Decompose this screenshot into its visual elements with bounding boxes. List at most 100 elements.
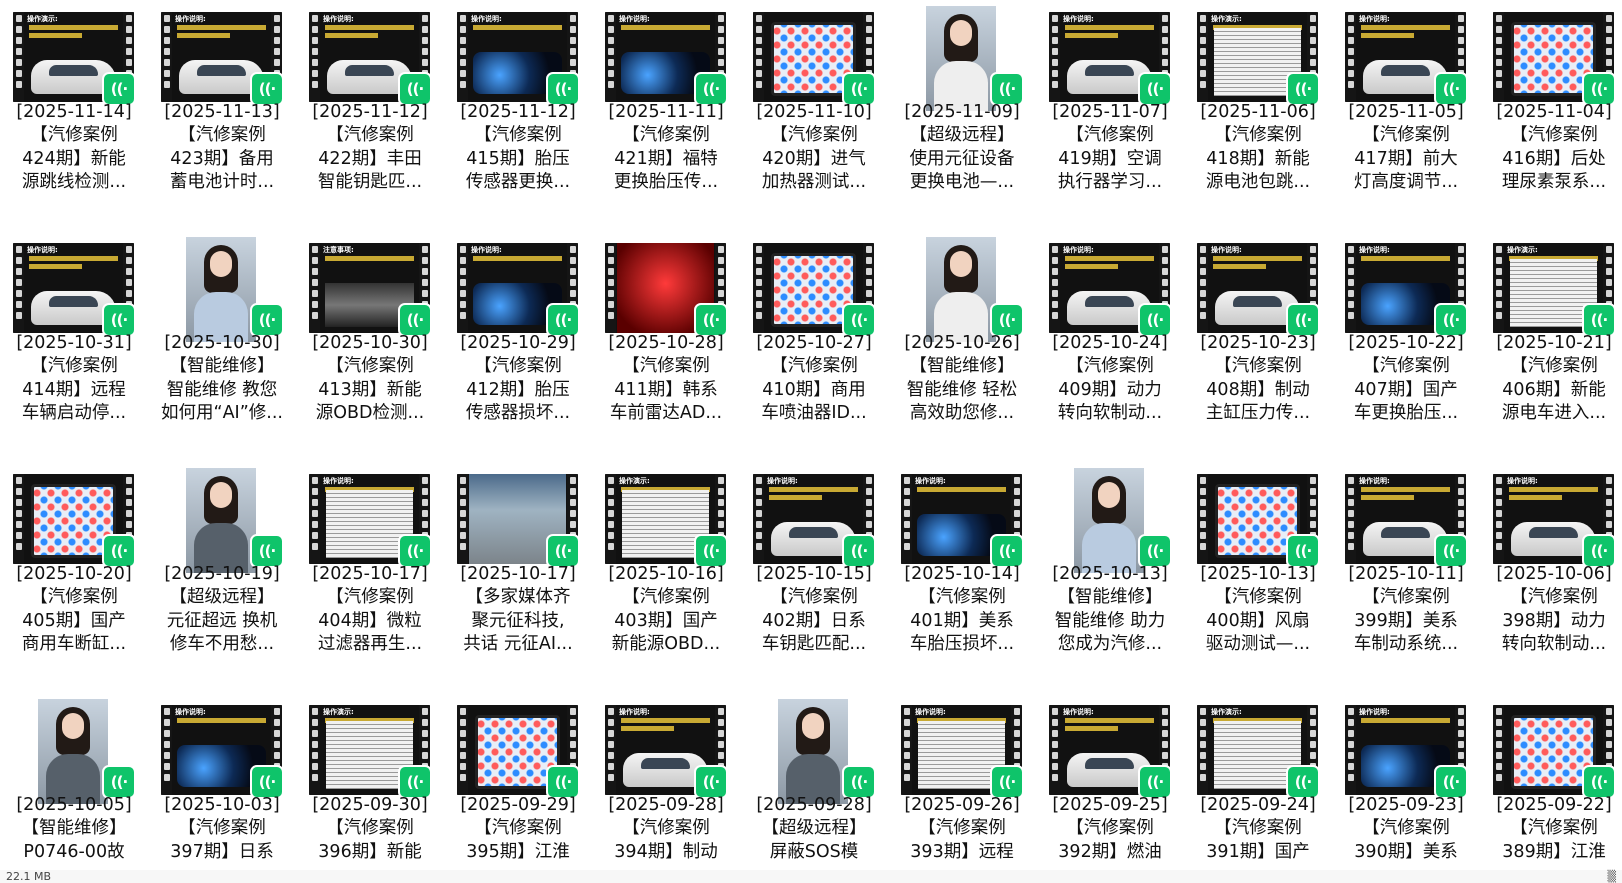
video-file-item[interactable]: 操作说明: ((· [2025-10-31] 【汽修案例 414期】远程 车辆启动停… (0, 231, 148, 462)
film-perforation (309, 474, 320, 564)
video-file-item[interactable]: ((· [2025-09-28] 【超级远程】 屏蔽SOS模 (740, 693, 888, 870)
film-perforation (309, 12, 320, 102)
video-file-item[interactable]: ((· [2025-10-13] 【智能维修】 智能维修 助力 您成为汽修... (1036, 462, 1184, 693)
file-name-label: [2025-10-22] 【汽修案例 407期】国产 车更换胎压... (1348, 333, 1464, 423)
film-perforation (309, 705, 320, 795)
video-file-item[interactable]: ((· [2025-10-28] 【汽修案例 411期】韩系 车前雷达AD... (592, 231, 740, 462)
video-file-item[interactable]: 操作说明: ((· [2025-11-13] 【汽修案例 423期】备用 蓄电池计时… (148, 0, 296, 231)
file-name-label: [2025-11-06] 【汽修案例 418期】新能 源电池包跳... (1200, 102, 1316, 192)
video-thumbnail-grid: 操作演示: ((· [2025-11-14] 【汽修案例 424期】新能 源跳线检测… (0, 0, 1622, 870)
video-file-item[interactable]: 操作说明: ((· [2025-10-17] 【汽修案例 404期】微粒 过滤器再生… (296, 462, 444, 693)
video-file-item[interactable]: 操作说明: ((· [2025-10-06] 【汽修案例 398期】动力 转向软制动… (1480, 462, 1622, 693)
file-name-label: [2025-10-15] 【汽修案例 402期】日系 车钥匙匹配... (756, 564, 872, 654)
resize-grip-icon[interactable]: ▒ (1608, 870, 1616, 883)
film-perforation (753, 12, 764, 102)
video-file-item[interactable]: ((· [2025-10-13] 【汽修案例 400期】风扇 驱动测试—... (1184, 462, 1332, 693)
video-file-item[interactable]: ((· [2025-10-19] 【超级远程】 元征超远 换机 修车不用愁... (148, 462, 296, 693)
file-name-label: [2025-09-28] 【超级远程】 屏蔽SOS模 (756, 795, 872, 862)
video-file-item[interactable]: 操作说明: ((· [2025-11-07] 【汽修案例 419期】空调 执行器学习… (1036, 0, 1184, 231)
frame-heading: 操作说明: (323, 15, 354, 23)
video-file-item[interactable]: ((· [2025-10-05] 【智能维修】 P0746-00故 (0, 693, 148, 870)
video-thumbnail: 操作说明: ((· (1036, 6, 1184, 111)
file-name-label: [2025-09-23] 【汽修案例 390期】美系 (1348, 795, 1464, 862)
file-name-label: [2025-11-14] 【汽修案例 424期】新能 源跳线检测... (16, 102, 132, 192)
file-name-label: [2025-10-16] 【汽修案例 403期】国产 新能源OBD... (608, 564, 724, 654)
video-file-item[interactable]: 操作说明: ((· [2025-09-26] 【汽修案例 393期】远程 (888, 693, 1036, 870)
video-file-item[interactable]: 操作说明: ((· [2025-11-12] 【汽修案例 422期】丰田 智能钥匙匹… (296, 0, 444, 231)
video-file-item[interactable]: ((· [2025-11-04] 【汽修案例 416期】后处 理尿素泵系... (1480, 0, 1622, 231)
film-perforation (161, 705, 172, 795)
frame-heading: 操作演示: (1211, 708, 1242, 716)
frame-heading: 操作说明: (1359, 246, 1390, 254)
video-file-item[interactable]: ((· [2025-10-17] 【多家媒体齐 聚元征科技, 共话 元征AI... (444, 462, 592, 693)
video-file-item[interactable]: 操作演示: ((· [2025-10-21] 【汽修案例 406期】新能 源电车进入… (1480, 231, 1622, 462)
video-thumbnail: 操作演示: ((· (1480, 237, 1622, 342)
frame-heading: 操作说明: (471, 246, 502, 254)
video-file-item[interactable]: 操作说明: ((· [2025-09-23] 【汽修案例 390期】美系 (1332, 693, 1480, 870)
frame-heading: 操作演示: (1211, 15, 1242, 23)
film-perforation (1197, 705, 1208, 795)
file-name-label: [2025-10-30] 【汽修案例 413期】新能 源OBD检测... (312, 333, 428, 423)
frame-heading: 操作说明: (471, 15, 502, 23)
video-file-item[interactable]: 操作说明: ((· [2025-10-24] 【汽修案例 409期】动力 转向软制动… (1036, 231, 1184, 462)
video-file-item[interactable]: ((· [2025-10-30] 【智能维修】 智能维修 教您 如何用“AI”修.… (148, 231, 296, 462)
video-file-item[interactable]: 操作演示: ((· [2025-11-06] 【汽修案例 418期】新能 源电池包跳… (1184, 0, 1332, 231)
video-thumbnail: 操作说明: ((· (1036, 699, 1184, 804)
file-name-label: [2025-10-13] 【汽修案例 400期】风扇 驱动测试—... (1200, 564, 1316, 654)
film-perforation (605, 12, 616, 102)
file-name-label: [2025-11-07] 【汽修案例 419期】空调 执行器学习... (1052, 102, 1168, 192)
film-perforation (1197, 474, 1208, 564)
video-file-item[interactable]: ((· [2025-09-29] 【汽修案例 395期】江淮 (444, 693, 592, 870)
video-thumbnail: ((· (740, 699, 888, 804)
video-file-item[interactable]: ((· [2025-10-27] 【汽修案例 410期】商用 车喷油器ID... (740, 231, 888, 462)
film-perforation (605, 474, 616, 564)
presenter-photo (186, 468, 256, 573)
video-thumbnail: 操作说明: ((· (1480, 468, 1622, 573)
video-file-item[interactable]: 操作说明: ((· [2025-11-11] 【汽修案例 421期】福特 更换胎压传… (592, 0, 740, 231)
video-file-item[interactable]: 操作说明: ((· [2025-10-11] 【汽修案例 399期】美系 车制动系统… (1332, 462, 1480, 693)
frame-heading: 操作说明: (175, 708, 206, 716)
file-name-label: [2025-10-26] 【智能维修】 智能维修 轻松 高效助您修... (904, 333, 1020, 423)
video-file-item[interactable]: ((· [2025-10-26] 【智能维修】 智能维修 轻松 高效助您修... (888, 231, 1036, 462)
file-name-label: [2025-11-04] 【汽修案例 416期】后处 理尿素泵系... (1496, 102, 1612, 192)
file-name-label: [2025-10-27] 【汽修案例 410期】商用 车喷油器ID... (756, 333, 872, 423)
video-file-item[interactable]: 操作说明: ((· [2025-10-29] 【汽修案例 412期】胎压 传感器损坏… (444, 231, 592, 462)
video-file-item[interactable]: 操作说明: ((· [2025-10-23] 【汽修案例 408期】制动 主缸压力传… (1184, 231, 1332, 462)
film-perforation (605, 705, 616, 795)
video-thumbnail: ((· (148, 237, 296, 342)
video-thumbnail: 操作说明: ((· (444, 6, 592, 111)
file-name-label: [2025-10-23] 【汽修案例 408期】制动 主缸压力传... (1200, 333, 1316, 423)
video-file-item[interactable]: 操作演示: ((· [2025-11-14] 【汽修案例 424期】新能 源跳线检测… (0, 0, 148, 231)
file-name-label: [2025-09-25] 【汽修案例 392期】燃油 (1052, 795, 1168, 862)
video-thumbnail: 操作说明: ((· (1332, 237, 1480, 342)
video-file-item[interactable]: ((· [2025-11-09] 【超级远程】 使用元征设备 更换电池—... (888, 0, 1036, 231)
file-name-label: [2025-10-21] 【汽修案例 406期】新能 源电车进入... (1496, 333, 1612, 423)
video-file-item[interactable]: 操作演示: ((· [2025-10-16] 【汽修案例 403期】国产 新能源OB… (592, 462, 740, 693)
video-thumbnail: 操作演示: ((· (592, 468, 740, 573)
video-file-item[interactable]: ((· [2025-11-10] 【汽修案例 420期】进气 加热器测试... (740, 0, 888, 231)
video-file-item[interactable]: 操作说明: ((· [2025-10-22] 【汽修案例 407期】国产 车更换胎压… (1332, 231, 1480, 462)
video-file-item[interactable]: 操作说明: ((· [2025-10-15] 【汽修案例 402期】日系 车钥匙匹配… (740, 462, 888, 693)
file-name-label: [2025-10-31] 【汽修案例 414期】远程 车辆启动停... (16, 333, 132, 423)
video-file-item[interactable]: 操作说明: ((· [2025-11-12] 【汽修案例 415期】胎压 传感器更换… (444, 0, 592, 231)
video-file-item[interactable]: 注意事项: ((· [2025-10-30] 【汽修案例 413期】新能 源OBD检… (296, 231, 444, 462)
video-file-item[interactable]: 操作说明: ((· [2025-10-14] 【汽修案例 401期】美系 车胎压损坏… (888, 462, 1036, 693)
video-thumbnail: ((· (444, 699, 592, 804)
video-thumbnail: ((· (444, 468, 592, 573)
film-perforation (1493, 474, 1504, 564)
video-file-item[interactable]: 操作说明: ((· [2025-09-28] 【汽修案例 394期】制动 (592, 693, 740, 870)
selection-size: 22.1 MB (6, 870, 52, 883)
video-thumbnail: 操作说明: ((· (592, 6, 740, 111)
video-file-item[interactable]: ((· [2025-09-22] 【汽修案例 389期】江淮 (1480, 693, 1622, 870)
video-file-item[interactable]: 操作说明: ((· [2025-10-03] 【汽修案例 397期】日系 (148, 693, 296, 870)
film-perforation (1493, 705, 1504, 795)
video-thumbnail: 操作说明: ((· (888, 699, 1036, 804)
video-thumbnail: ((· (0, 699, 148, 804)
film-perforation (901, 474, 912, 564)
video-file-item[interactable]: 操作演示: ((· [2025-09-30] 【汽修案例 396期】新能 (296, 693, 444, 870)
video-file-item[interactable]: 操作说明: ((· [2025-09-25] 【汽修案例 392期】燃油 (1036, 693, 1184, 870)
video-thumbnail: 操作说明: ((· (1036, 237, 1184, 342)
video-file-item[interactable]: 操作演示: ((· [2025-09-24] 【汽修案例 391期】国产 (1184, 693, 1332, 870)
video-file-item[interactable]: ((· [2025-10-20] 【汽修案例 405期】国产 商用车断缸... (0, 462, 148, 693)
video-file-item[interactable]: 操作说明: ((· [2025-11-05] 【汽修案例 417期】前大 灯高度调节… (1332, 0, 1480, 231)
